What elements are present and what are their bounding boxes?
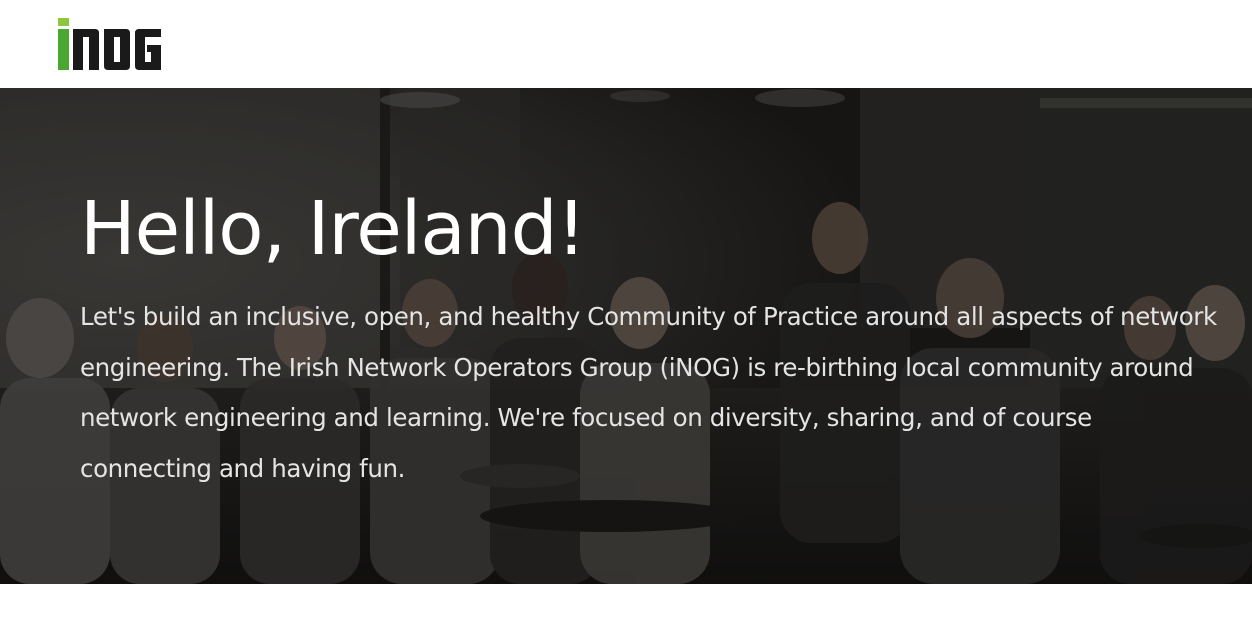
hero-section: Hello, Ireland! Let's build an inclusive…	[0, 88, 1252, 584]
inog-logo[interactable]	[58, 18, 180, 70]
page: Hello, Ireland! Let's build an inclusive…	[0, 0, 1252, 626]
page-content-start	[0, 584, 1252, 626]
hero-title: Hello, Ireland!	[80, 186, 586, 272]
inog-logo-icon	[58, 18, 161, 70]
hero-description: Let's build an inclusive, open, and heal…	[80, 302, 1217, 483]
site-header	[0, 0, 1252, 88]
hero-content: Hello, Ireland! Let's build an inclusive…	[80, 184, 1230, 494]
